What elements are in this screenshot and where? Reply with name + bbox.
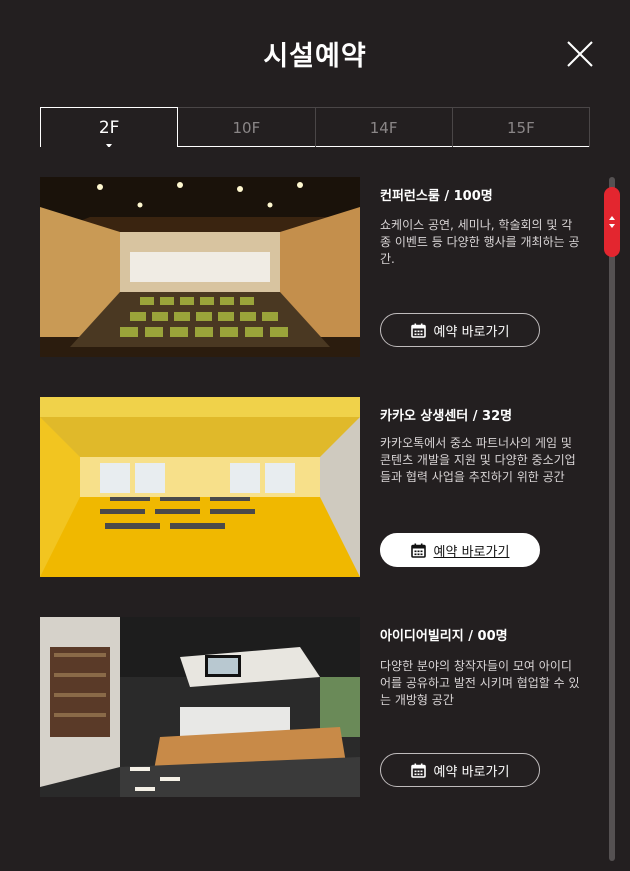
tab-label: 15F — [507, 118, 535, 137]
reserve-button[interactable]: 예약 바로가기 — [380, 753, 540, 787]
facility-info: 카카오 상생센터 / 32명 카카오톡에서 중소 파트너사의 게임 및 콘텐츠 … — [380, 397, 580, 486]
tab-label: 2F — [98, 117, 120, 138]
reserve-button[interactable]: 예약 바로가기 — [380, 533, 540, 567]
modal-title: 시설예약 — [263, 41, 367, 72]
close-button[interactable] — [566, 40, 594, 68]
conference-room-photo — [40, 177, 360, 357]
scroll-arrows-icon — [609, 216, 615, 228]
tab-2f[interactable]: 2F — [40, 107, 179, 148]
reserve-button-label: 예약 바로가기 — [433, 324, 510, 340]
scrollbar-track[interactable] — [609, 177, 615, 861]
facility-info: 컨퍼런스룸 / 100명 쇼케이스 공연, 세미나, 학술회의 및 각종 이벤트… — [380, 177, 580, 268]
calendar-icon — [410, 323, 426, 338]
facility-name: 아이디어빌리지 / 00명 — [380, 629, 508, 644]
floor-tabs: 2F 10F 14F 15F — [40, 107, 590, 148]
facility-info: 아이디어빌리지 / 00명 다양한 분야의 창작자들이 모여 아이디어를 공유하… — [380, 617, 580, 709]
reserve-button[interactable]: 예약 바로가기 — [380, 313, 540, 347]
scrollbar-thumb[interactable] — [604, 187, 620, 257]
calendar-icon — [410, 543, 426, 558]
facility-description: 카카오톡에서 중소 파트너사의 게임 및 콘텐츠 개발을 지원 및 다양한 중소… — [380, 436, 576, 484]
calendar-icon — [410, 763, 426, 778]
tab-10f[interactable]: 10F — [178, 107, 316, 147]
facility-description: 다양한 분야의 창작자들이 모여 아이디어를 공유하고 발전 시키며 협업할 수… — [380, 659, 580, 707]
facility-item: 컨퍼런스룸 / 100명 쇼케이스 공연, 세미나, 학술회의 및 각종 이벤트… — [40, 177, 580, 357]
facility-item: 아이디어빌리지 / 00명 다양한 분야의 창작자들이 모여 아이디어를 공유하… — [40, 617, 580, 797]
tab-label: 10F — [232, 118, 261, 137]
facility-description: 쇼케이스 공연, 세미나, 학술회의 및 각종 이벤트 등 다양한 행사를 개최… — [380, 218, 580, 266]
tab-14f[interactable]: 14F — [315, 107, 453, 147]
reserve-button-label: 예약 바로가기 — [433, 544, 510, 560]
facility-name: 컨퍼런스룸 / 100명 — [380, 189, 493, 204]
tab-15f[interactable]: 15F — [452, 107, 590, 147]
reserve-button-label: 예약 바로가기 — [433, 764, 510, 780]
active-tab-caret-icon — [106, 144, 113, 148]
facility-name: 카카오 상생센터 / 32명 — [380, 409, 513, 424]
idea-village-photo — [40, 617, 360, 797]
tab-label: 14F — [369, 118, 398, 137]
facility-item: 카카오 상생센터 / 32명 카카오톡에서 중소 파트너사의 게임 및 콘텐츠 … — [40, 397, 580, 577]
coexistence-center-photo — [40, 397, 360, 577]
close-icon — [567, 41, 593, 67]
